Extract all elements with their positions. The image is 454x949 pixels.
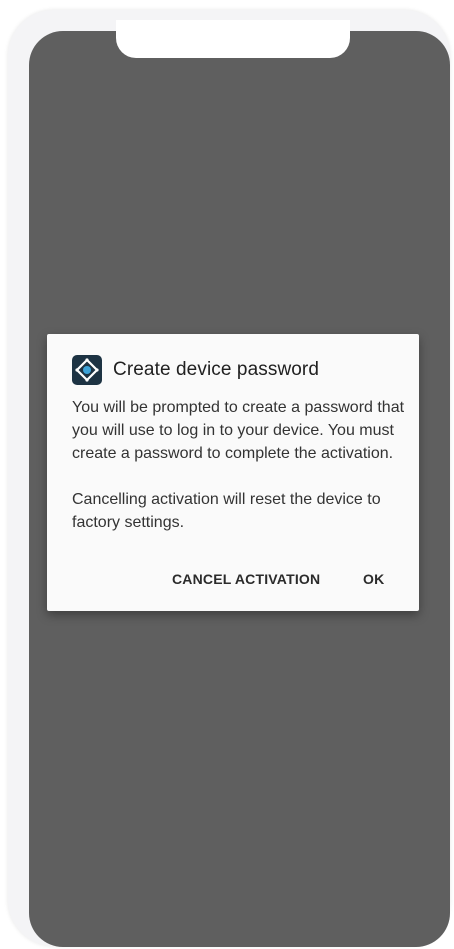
dialog-warning: Cancelling activation will reset the dev… [72, 491, 381, 531]
dialog-message: You will be prompted to create a passwor… [72, 399, 405, 462]
create-password-dialog: Create device password You will be promp… [47, 334, 419, 611]
dialog-actions: CANCEL ACTIVATION OK [47, 571, 419, 593]
dialog-title: Create device password [113, 359, 320, 380]
device-app-icon [72, 355, 102, 385]
phone-notch [116, 20, 350, 58]
dialog-body: You will be prompted to create a passwor… [72, 396, 412, 534]
cancel-activation-button[interactable]: CANCEL ACTIVATION [172, 571, 320, 587]
ok-button[interactable]: OK [363, 571, 384, 587]
dialog-header: Create device password [72, 355, 319, 385]
